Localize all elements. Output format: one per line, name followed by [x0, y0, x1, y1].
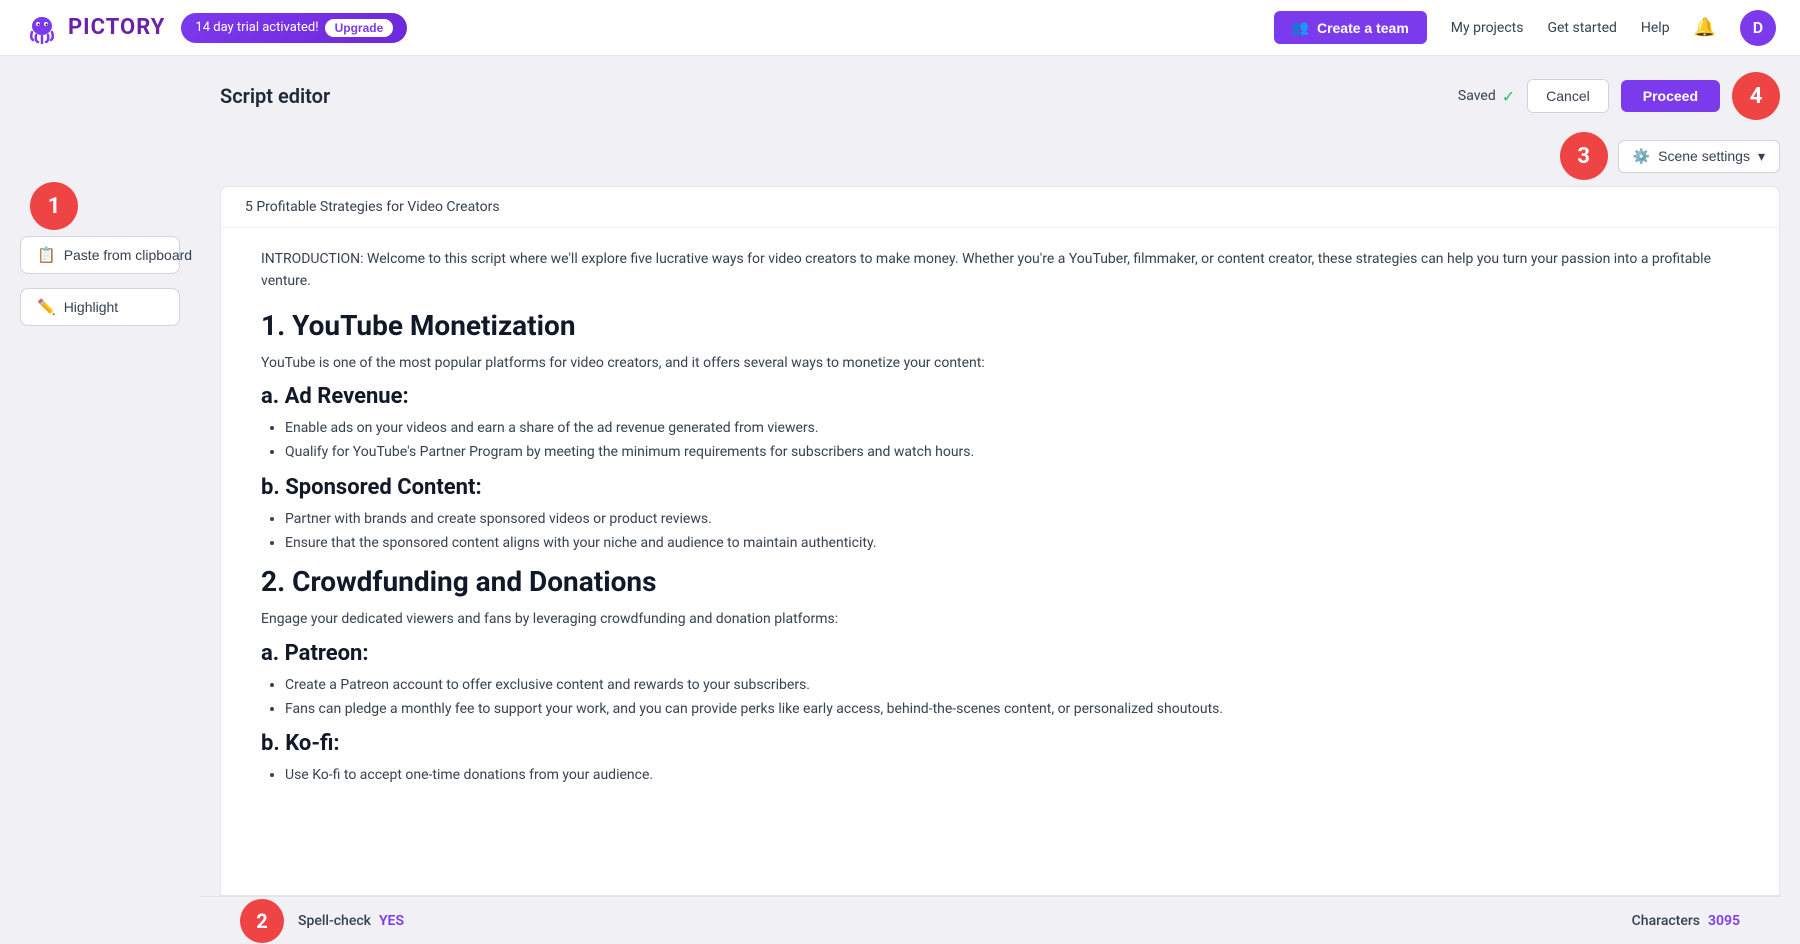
- section-1-body: YouTube is one of the most popular platf…: [261, 352, 1739, 374]
- highlight-button[interactable]: ✏️ Highlight: [20, 288, 180, 326]
- upgrade-button[interactable]: Upgrade: [325, 19, 394, 37]
- subsection-2a-heading: a. Patreon:: [261, 641, 1739, 666]
- create-team-label: Create a team: [1317, 20, 1409, 36]
- step-badge-1: 1: [30, 182, 78, 230]
- editor-body: 5 Profitable Strategies for Video Creato…: [220, 186, 1780, 896]
- section-2-heading: 2. Crowdfunding and Donations: [261, 565, 1739, 598]
- paste-from-clipboard-button[interactable]: 📋 Paste from clipboard: [20, 236, 180, 274]
- proceed-button[interactable]: Proceed: [1621, 80, 1720, 112]
- my-projects-link[interactable]: My projects: [1451, 20, 1524, 36]
- bell-icon[interactable]: 🔔: [1694, 17, 1716, 38]
- highlight-label: Highlight: [64, 299, 118, 315]
- subsection-2a-bullets: Create a Patreon account to offer exclus…: [261, 674, 1739, 722]
- header-right: Saved ✓ Cancel Proceed 4: [1458, 72, 1780, 120]
- logo: PICTORY: [24, 10, 165, 46]
- scene-settings-label: Scene settings: [1658, 148, 1750, 164]
- cancel-button[interactable]: Cancel: [1527, 79, 1609, 113]
- bottom-right: Characters 3095: [1632, 913, 1740, 929]
- step-badge-3: 3: [1560, 132, 1608, 180]
- intro-paragraph: INTRODUCTION: Welcome to this script whe…: [261, 248, 1739, 293]
- step-badge-2: 2: [240, 899, 284, 943]
- subsection-1b-bullets: Partner with brands and create sponsored…: [261, 508, 1739, 556]
- trial-badge: 14 day trial activated! Upgrade: [181, 13, 407, 43]
- left-sidebar: 1 📋 Paste from clipboard ✏️ Highlight: [0, 56, 200, 944]
- doc-title: 5 Profitable Strategies for Video Creato…: [245, 199, 500, 215]
- section-1-heading: 1. YouTube Monetization: [261, 309, 1739, 342]
- subsection-1b-heading: b. Sponsored Content:: [261, 475, 1739, 500]
- doc-title-bar: 5 Profitable Strategies for Video Creato…: [221, 187, 1779, 228]
- section-2-body: Engage your dedicated viewers and fans b…: [261, 608, 1739, 630]
- characters-count: 3095: [1708, 913, 1740, 929]
- get-started-link[interactable]: Get started: [1547, 20, 1616, 36]
- list-item: Fans can pledge a monthly fee to support…: [285, 698, 1739, 722]
- paste-label: Paste from clipboard: [64, 247, 192, 263]
- create-team-icon: 👥: [1292, 19, 1309, 36]
- saved-check-icon: ✓: [1502, 87, 1515, 106]
- saved-indicator: Saved ✓: [1458, 87, 1515, 106]
- main-container: 1 📋 Paste from clipboard ✏️ Highlight Sc…: [0, 56, 1800, 944]
- subsection-2b-bullets: Use Ko-fi to accept one-time donations f…: [261, 764, 1739, 788]
- gear-icon: ⚙️: [1633, 148, 1650, 165]
- page-title: Script editor: [220, 84, 330, 108]
- characters-label: Characters: [1632, 913, 1700, 929]
- subsection-1a-heading: a. Ad Revenue:: [261, 384, 1739, 409]
- list-item: Use Ko-fi to accept one-time donations f…: [285, 764, 1739, 788]
- doc-content[interactable]: INTRODUCTION: Welcome to this script whe…: [221, 228, 1779, 895]
- saved-text: Saved: [1458, 88, 1496, 104]
- nav-right: 👥 Create a team My projects Get started …: [1274, 10, 1776, 46]
- list-item: Partner with brands and create sponsored…: [285, 508, 1739, 532]
- nav-left: PICTORY 14 day trial activated! Upgrade: [24, 10, 407, 46]
- list-item: Enable ads on your videos and earn a sha…: [285, 417, 1739, 441]
- bottom-left: 2 Spell-check YES: [240, 899, 404, 943]
- content-area: Script editor Saved ✓ Cancel Proceed 4 3…: [200, 56, 1800, 944]
- subsection-1a-bullets: Enable ads on your videos and earn a sha…: [261, 417, 1739, 465]
- list-item: Qualify for YouTube's Partner Program by…: [285, 441, 1739, 465]
- help-link[interactable]: Help: [1641, 20, 1670, 36]
- avatar[interactable]: D: [1740, 10, 1776, 46]
- scene-settings-button[interactable]: ⚙️ Scene settings ▾: [1618, 140, 1780, 173]
- editor-header: Script editor Saved ✓ Cancel Proceed 4: [220, 72, 1780, 132]
- create-team-button[interactable]: 👥 Create a team: [1274, 11, 1427, 44]
- scene-settings-bar: 3 ⚙️ Scene settings ▾: [220, 132, 1780, 180]
- step-badge-4: 4: [1732, 72, 1780, 120]
- trial-text: 14 day trial activated!: [195, 20, 318, 35]
- logo-text: PICTORY: [68, 15, 165, 40]
- spell-check-label: Spell-check: [298, 913, 371, 929]
- highlight-icon: ✏️: [37, 298, 56, 316]
- top-nav: PICTORY 14 day trial activated! Upgrade …: [0, 0, 1800, 56]
- list-item: Create a Patreon account to offer exclus…: [285, 674, 1739, 698]
- list-item: Ensure that the sponsored content aligns…: [285, 532, 1739, 556]
- clipboard-icon: 📋: [37, 246, 56, 264]
- logo-icon: [24, 10, 60, 46]
- chevron-down-icon: ▾: [1758, 148, 1765, 165]
- spell-check-value[interactable]: YES: [379, 913, 404, 929]
- bottom-bar: 2 Spell-check YES Characters 3095: [200, 896, 1780, 944]
- subsection-2b-heading: b. Ko-fi:: [261, 731, 1739, 756]
